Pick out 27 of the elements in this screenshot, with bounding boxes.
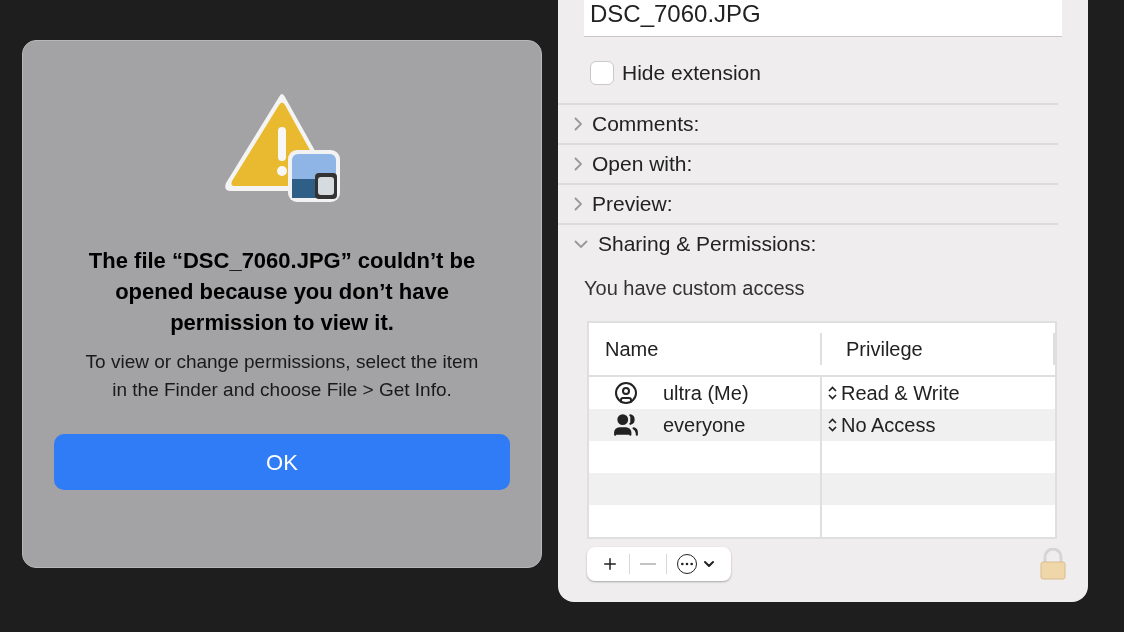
up-down-arrows-icon <box>828 417 837 432</box>
user-icon <box>614 380 638 405</box>
chevron-right-icon <box>574 196 582 211</box>
filename-field[interactable]: DSC_7060.JPG <box>584 0 1062 37</box>
disclosure-row[interactable]: Open with: <box>558 142 1058 183</box>
column-header[interactable]: Name <box>589 332 822 365</box>
table-cell-text: ultra (Me) <box>663 380 749 406</box>
column-header[interactable]: Privilege <box>822 332 1055 365</box>
access-note: You have custom access <box>584 275 806 301</box>
disclosure-row[interactable]: Comments: <box>558 102 1058 143</box>
chevron-down-icon <box>574 239 588 248</box>
group-icon <box>613 411 639 438</box>
ok-button[interactable]: OK <box>54 434 510 490</box>
alert-message: To view or change permissions, select the item in the Finder and choose File > Get Info. <box>84 350 480 402</box>
minus-icon <box>640 562 656 565</box>
checkbox[interactable] <box>590 60 614 85</box>
disclosure-row[interactable]: Sharing & Permissions: <box>558 222 1058 263</box>
alert-title: The file “DSC_7060.JPG” couldn’t be opened because you don’t have permission to view it. <box>87 247 477 337</box>
up-down-arrows-icon <box>828 385 837 400</box>
privilege-popup[interactable]: Read & Write <box>828 377 960 408</box>
table-cell-text: everyone <box>663 412 746 438</box>
disclosure-row[interactable]: Preview: <box>558 182 1058 223</box>
privilege-popup[interactable]: No Access <box>828 409 936 440</box>
chevron-right-icon <box>574 116 582 131</box>
lock-icon[interactable] <box>1039 547 1067 580</box>
chevron-right-icon <box>574 156 582 171</box>
checkbox-label: Hide extension <box>622 60 761 86</box>
